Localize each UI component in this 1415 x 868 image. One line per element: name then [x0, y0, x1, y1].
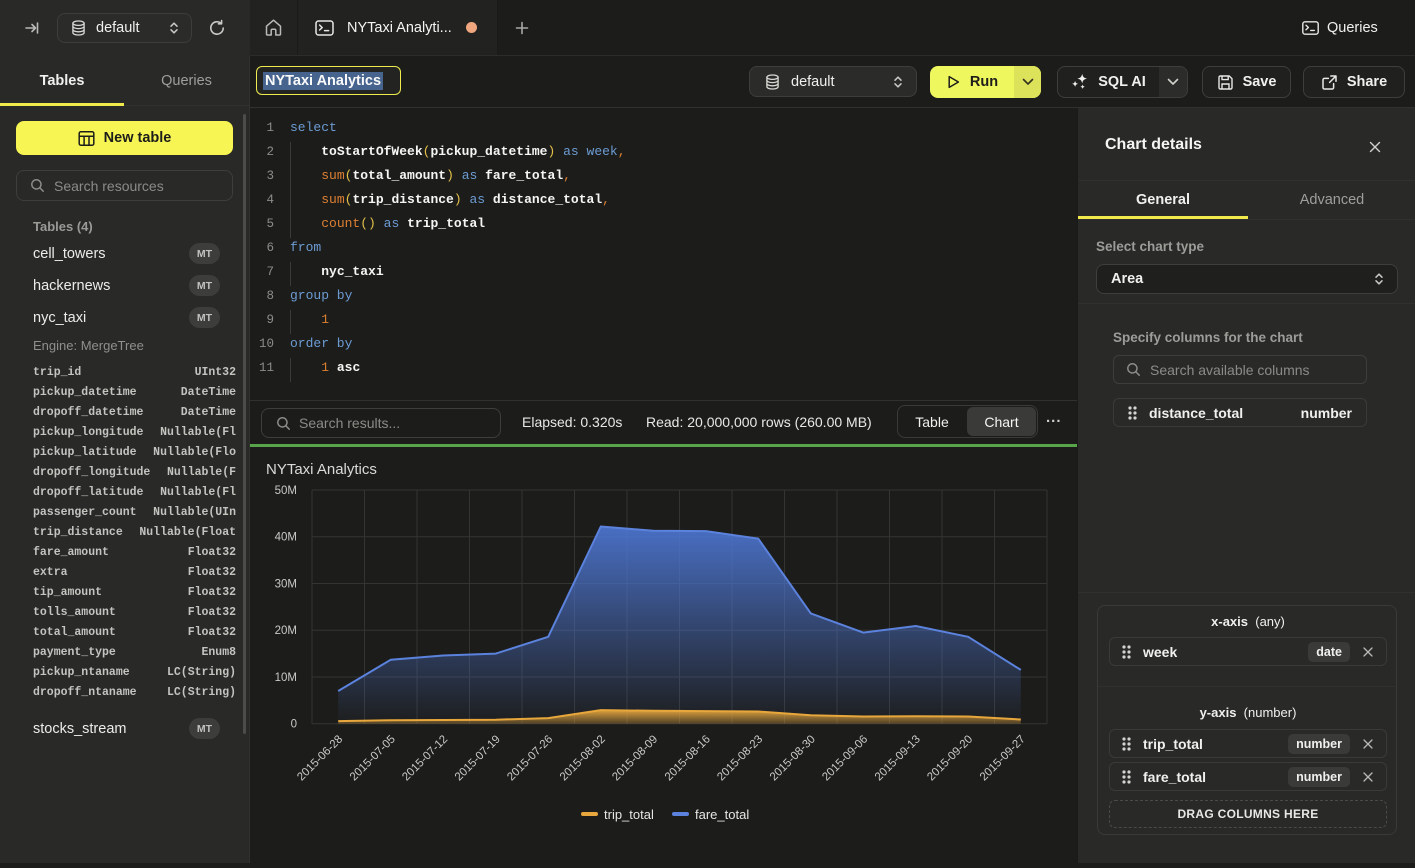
svg-text:30M: 30M [275, 579, 297, 591]
svg-text:20M: 20M [275, 625, 297, 637]
svg-text:trip_total: trip_total [604, 807, 654, 822]
svg-text:2015-07-26: 2015-07-26 [505, 733, 555, 783]
svg-text:10M: 10M [275, 672, 297, 684]
svg-text:2015-09-13: 2015-09-13 [873, 733, 923, 783]
svg-text:50M: 50M [275, 485, 297, 497]
svg-text:2015-09-06: 2015-09-06 [820, 733, 870, 783]
svg-text:2015-08-09: 2015-08-09 [610, 733, 660, 783]
svg-text:2015-09-20: 2015-09-20 [925, 733, 975, 783]
svg-text:0: 0 [291, 719, 297, 731]
svg-text:2015-08-02: 2015-08-02 [558, 733, 608, 783]
svg-text:2015-07-12: 2015-07-12 [400, 733, 450, 783]
svg-text:2015-08-23: 2015-08-23 [715, 733, 765, 783]
svg-text:NYTaxi Analytics: NYTaxi Analytics [266, 461, 377, 478]
svg-text:2015-07-05: 2015-07-05 [348, 733, 398, 783]
svg-text:2015-08-30: 2015-08-30 [768, 733, 818, 783]
svg-text:40M: 40M [275, 532, 297, 544]
svg-text:2015-08-16: 2015-08-16 [663, 733, 713, 783]
svg-text:fare_total: fare_total [695, 807, 749, 822]
svg-text:2015-07-19: 2015-07-19 [453, 733, 503, 783]
svg-text:2015-06-28: 2015-06-28 [295, 733, 345, 783]
svg-text:2015-09-27: 2015-09-27 [978, 733, 1028, 783]
